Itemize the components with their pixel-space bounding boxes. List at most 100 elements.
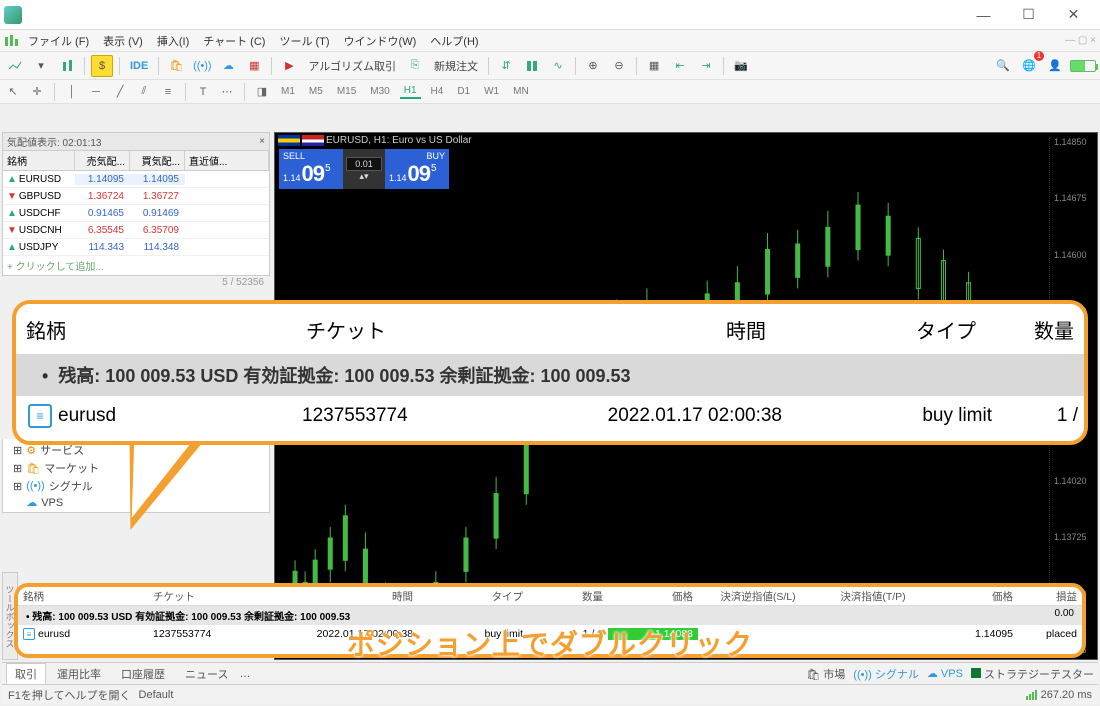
tf-m30[interactable]: M30 (366, 85, 393, 98)
marketwatch-add[interactable]: + クリックして追加... (3, 256, 269, 275)
callout-balance: • 残高: 100 009.53 USD 有効証拠金: 100 009.53 余… (16, 354, 1084, 396)
marketwatch-row[interactable]: ▲USDJPY114.343114.348 (3, 239, 269, 256)
menu-file[interactable]: ファイル (F) (22, 31, 95, 51)
tf-mn[interactable]: MN (509, 85, 533, 98)
signal-icon[interactable]: ((•)) (191, 55, 213, 77)
marketwatch-title: 気配値表示: 02:01:13× (2, 132, 270, 150)
cloud-icon[interactable]: ☁ (217, 55, 239, 77)
tab-tester[interactable]: ストラテジーテスター (971, 666, 1094, 682)
marketwatch-row[interactable]: ▲USDCHF0.914650.91469 (3, 205, 269, 222)
zoom-in-icon[interactable]: ⊕ (582, 55, 604, 77)
lot-input[interactable] (346, 157, 382, 171)
marketwatch-footer: 5 / 52356 (2, 276, 270, 289)
marketwatch-row[interactable]: ▲EURUSD1.140951.14095 (3, 171, 269, 188)
menu-tool[interactable]: ツール (T) (273, 31, 335, 51)
menu-chart[interactable]: チャート (C) (197, 31, 271, 51)
globe-icon[interactable]: 🌐 (1018, 55, 1040, 77)
callout-header-ticket: チケット (296, 315, 496, 344)
tile-icon[interactable]: ▦ (643, 55, 665, 77)
line-icon[interactable] (4, 55, 26, 77)
app-icon (4, 6, 22, 24)
drawing-toolbar: ↖ ✛ │ ─ ╱ ⫽ ≡ T ⋯ ◨ M1 M5 M15 M30 H1 H4 … (0, 80, 1100, 104)
eu-flag-icon (278, 135, 300, 146)
user-icon[interactable]: 👤 (1044, 55, 1066, 77)
callout-header-qty: 数量 (986, 315, 1084, 344)
toolbox-tabs: 取引 運用比率 口座履歴 ニュース … 🛍 市場 ((•)) シグナル ☁ VP… (2, 662, 1098, 684)
chart-bar-icon[interactable]: ⇵ (495, 55, 517, 77)
callout-header-symbol: 銘柄 (16, 315, 296, 344)
tab-trade[interactable]: 取引 (6, 663, 46, 685)
status-profile[interactable]: Default (139, 689, 174, 701)
main-toolbar: ▾ $ IDE 🛍 ((•)) ☁ ▦ ▶ アルゴリズム取引 ⎘ 新規注文 ⇵ … (0, 52, 1100, 80)
market-icon[interactable]: 🛍 (165, 55, 187, 77)
dollar-icon[interactable]: $ (91, 55, 113, 77)
marketwatch-body: ▲EURUSD1.140951.14095▼GBPUSD1.367241.367… (2, 170, 270, 276)
camera-icon[interactable]: 📷 (730, 55, 752, 77)
candle-icon[interactable] (56, 55, 78, 77)
minimize-button[interactable]: — (961, 1, 1006, 29)
chart-line-icon[interactable]: ∿ (547, 55, 569, 77)
hline-icon[interactable]: ─ (87, 83, 105, 101)
one-click-panel: SELL 1.14095 ▴▾ BUY 1.14095 (279, 149, 449, 189)
trendline-icon[interactable]: ╱ (111, 83, 129, 101)
marketwatch-close-icon[interactable]: × (259, 136, 265, 147)
objects-icon[interactable]: ⋯ (218, 83, 236, 101)
tf-h4[interactable]: H4 (427, 85, 448, 98)
callout-header-time: 時間 (496, 315, 776, 344)
tab-ratio[interactable]: 運用比率 (48, 663, 110, 685)
tab-vps[interactable]: ☁ VPS (927, 667, 963, 680)
tab-market[interactable]: 🛍 市場 (806, 666, 845, 682)
search-icon[interactable]: 🔍 (992, 55, 1014, 77)
close-button[interactable]: ✕ (1051, 1, 1096, 29)
order-icon: ≡ (28, 404, 52, 428)
menu-insert[interactable]: 挿入(I) (151, 31, 195, 51)
equi-icon[interactable]: ⫽ (135, 83, 153, 101)
callout-row[interactable]: ≡ eurusd 1237553774 2022.01.17 02:00:38 … (16, 396, 1084, 436)
calendar-icon[interactable]: ▦ (243, 55, 265, 77)
autotrading-icon[interactable]: ▶ (278, 55, 300, 77)
tf-w1[interactable]: W1 (480, 85, 503, 98)
us-flag-icon (302, 135, 324, 146)
tf-h1[interactable]: H1 (400, 84, 421, 99)
fibo-icon[interactable]: ≡ (159, 83, 177, 101)
scroll-icon[interactable]: ⇥ (695, 55, 717, 77)
one-click-buy[interactable]: BUY 1.14095 (385, 149, 449, 189)
tf-m15[interactable]: M15 (333, 85, 360, 98)
status-help: F1を押してヘルプを開く (8, 687, 131, 703)
tab-news[interactable]: ニュース (176, 663, 237, 685)
autotrading-label[interactable]: アルゴリズム取引 (304, 56, 400, 76)
callout-overlay: 銘柄 チケット 時間 タイプ 数量 • 残高: 100 009.53 USD 有… (12, 300, 1088, 445)
menu-view[interactable]: 表示 (V) (97, 31, 149, 51)
one-click-lot[interactable]: ▴▾ (343, 149, 385, 189)
status-ping: 267.20 ms (1026, 689, 1092, 701)
text-icon[interactable]: T (194, 83, 212, 101)
marketwatch-row[interactable]: ▼USDCNH6.355456.35709 (3, 222, 269, 239)
zoom-out-icon[interactable]: ⊖ (608, 55, 630, 77)
cursor-icon[interactable]: ↖ (4, 83, 22, 101)
chart-candle-icon[interactable] (521, 55, 543, 77)
titlebar: — ☐ ✕ (0, 0, 1100, 30)
statusbar: F1を押してヘルプを開く Default 267.20 ms (2, 684, 1098, 704)
marketwatch-header: 銘柄売気配...買気配...直近値... (2, 150, 270, 170)
neworder-icon[interactable]: ⎘ (404, 55, 426, 77)
tf-m1[interactable]: M1 (277, 85, 299, 98)
tab-history[interactable]: 口座履歴 (112, 663, 174, 685)
menubar: ファイル (F) 表示 (V) 挿入(I) チャート (C) ツール (T) ウ… (0, 30, 1100, 52)
one-click-sell[interactable]: SELL 1.14095 (279, 149, 343, 189)
expand-icon[interactable]: ◨ (253, 83, 271, 101)
menu-help[interactable]: ヘルプ(H) (424, 31, 484, 51)
marketwatch-row[interactable]: ▼GBPUSD1.367241.36727 (3, 188, 269, 205)
tf-d1[interactable]: D1 (453, 85, 474, 98)
chart-header: EURUSD, H1: Euro vs US Dollar (278, 135, 472, 146)
neworder-label[interactable]: 新規注文 (430, 56, 482, 76)
ide-button[interactable]: IDE (126, 58, 152, 74)
tab-signal[interactable]: ((•)) シグナル (853, 666, 919, 682)
callout-header-type: タイプ (776, 315, 986, 344)
menu-window[interactable]: ウインドウ(W) (338, 31, 423, 51)
vline-icon[interactable]: │ (63, 83, 81, 101)
shift-icon[interactable]: ⇤ (669, 55, 691, 77)
maximize-button[interactable]: ☐ (1006, 1, 1051, 29)
tf-m5[interactable]: M5 (305, 85, 327, 98)
crosshair-icon[interactable]: ✛ (28, 83, 46, 101)
bar-icon[interactable]: ▾ (30, 55, 52, 77)
